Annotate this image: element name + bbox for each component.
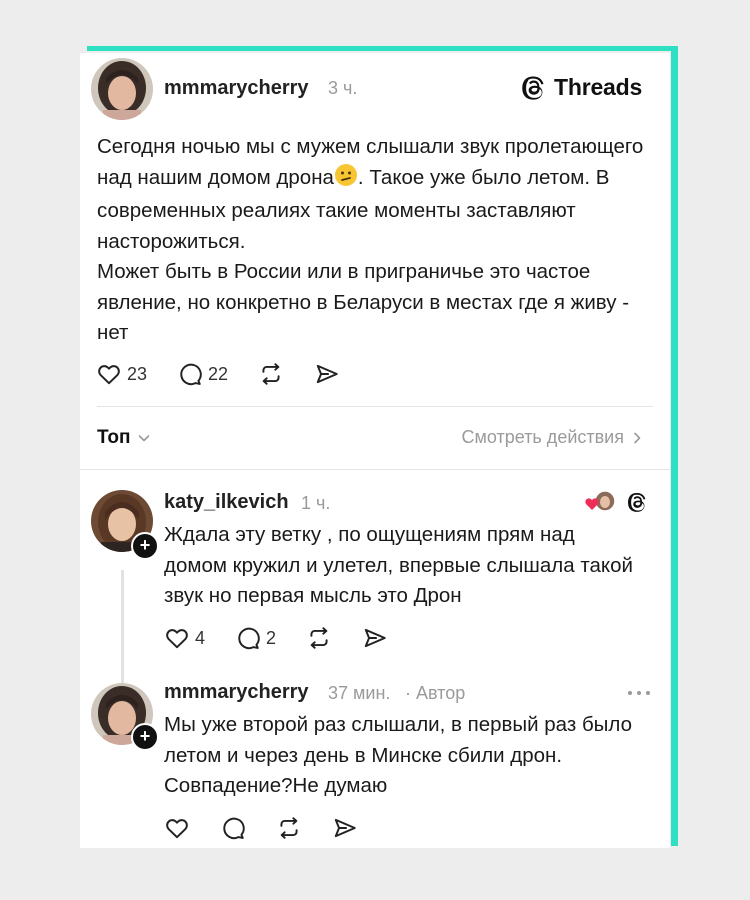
threads-icon [522,76,544,100]
threads-icon[interactable] [627,491,649,513]
heart-avatar-icon [585,490,616,512]
repost-icon [262,363,280,385]
sort-dropdown[interactable]: Топ [97,427,151,449]
comment-icon [180,363,202,386]
accent-bar-right [671,46,678,846]
comment-count: 2 [266,627,277,648]
reply-body: Ждала эту ветку , по ощущениям прям над … [164,523,633,607]
repost-button[interactable] [258,361,284,387]
post-actions: 23 22 [96,361,370,387]
heart-icon [166,629,188,649]
author-tag: · Автор [405,683,466,703]
more-options-button[interactable] [626,685,652,703]
comment-icon [238,627,260,650]
comment-button[interactable]: 2 [235,625,276,651]
post-time: 3 ч. [328,78,358,98]
reply-body: Мы уже второй раз слышали, в первый раз … [164,713,633,797]
repost-icon [280,817,298,839]
reply-time: 37 мин. [328,683,391,703]
follow-plus-button[interactable]: + [131,532,159,560]
repost-icon [310,627,328,649]
reply-author-name[interactable]: mmmarycherry [164,681,309,704]
post-author-avatar[interactable] [91,58,153,120]
repost-button[interactable] [276,815,302,841]
more-horizontal-icon [628,691,650,695]
post-card: mmmarycherry 3 ч. Threads Сегодня ночью … [80,53,670,848]
comment-button[interactable] [220,815,246,841]
share-icon [316,364,338,384]
threads-logo[interactable]: Threads [521,74,642,101]
view-activity-label: Смотреть действия [461,427,624,447]
like-button[interactable] [164,815,190,841]
like-button[interactable]: 23 [96,361,147,387]
view-activity-link[interactable]: Смотреть действия [462,427,644,448]
reply-time: 1 ч. [301,493,331,513]
chevron-right-icon [634,432,641,443]
comment-count: 22 [208,363,229,384]
like-count: 23 [127,363,148,384]
heart-icon [98,365,120,385]
divider [80,469,670,470]
liked-by-avatars [583,489,617,515]
confused-face-emoji-icon [334,163,358,197]
reply-actions [164,815,388,841]
repost-button[interactable] [306,625,332,651]
reply-author-name[interactable]: katy_ilkevich [164,491,289,514]
divider [97,406,653,407]
like-button[interactable]: 4 [164,625,205,651]
post-paragraph-1: Сегодня ночью мы с мужем слышали звук пр… [97,135,644,253]
comment-button[interactable]: 22 [177,361,228,387]
share-button[interactable] [362,625,388,651]
post-paragraph-2: Может быть в России или в приграничье эт… [97,260,630,344]
heart-icon [166,819,188,839]
chevron-down-icon [138,435,149,442]
post-author-name[interactable]: mmmarycherry [164,77,309,100]
accent-bar-top [87,46,678,51]
like-count: 4 [195,627,206,648]
share-button[interactable] [314,361,340,387]
sort-label: Топ [97,427,131,448]
share-button[interactable] [332,815,358,841]
threads-wordmark: Threads [554,74,643,100]
share-icon [334,818,356,838]
post-body: Сегодня ночью мы с мужем слышали звук пр… [97,132,652,349]
reply-actions: 4 2 [164,625,418,651]
follow-plus-button[interactable]: + [131,723,159,751]
comment-icon [223,817,245,840]
share-icon [364,628,386,648]
